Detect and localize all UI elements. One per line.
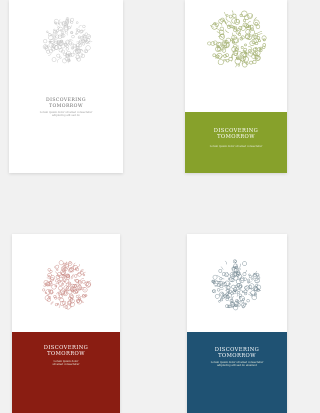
- floral-ornament-icon: [211, 259, 262, 311]
- cover-title: DISCOVERING TOMORROW: [43, 345, 89, 358]
- cover-title: DISCOVERING TOMORROW: [46, 98, 86, 109]
- cover-subtitle: Lorem ipsum dolor sit amet consectetur a…: [210, 361, 264, 368]
- cover-thumbnail-red[interactable]: DISCOVERING TOMORROW Lorem ipsum dolor s…: [12, 234, 120, 413]
- cover-thumbnail-green[interactable]: DISCOVERING TOMORROW Lorem ipsum dolor s…: [185, 0, 287, 173]
- cover-thumbnail-gray[interactable]: DISCOVERING TOMORROW Lorem ipsum dolor s…: [9, 0, 123, 173]
- cover-color-band: DISCOVERING TOMORROW Lorem ipsum dolor s…: [187, 332, 287, 413]
- floral-ornament-icon: [42, 17, 93, 64]
- cover-title: DISCOVERING TOMORROW: [213, 128, 259, 141]
- cover-subtitle: Lorem ipsum dolor sit amet consectetur: [209, 145, 263, 148]
- cover-subtitle: Lorem ipsum dolor sit amet consectetur a…: [39, 111, 93, 118]
- floral-ornament-icon: [207, 10, 267, 68]
- cover-color-band: DISCOVERING TOMORROW Lorem ipsum dolor s…: [12, 332, 120, 413]
- floral-ornament-icon: [42, 260, 92, 310]
- cover-color-band: DISCOVERING TOMORROW Lorem ipsum dolor s…: [185, 112, 287, 173]
- cover-title: DISCOVERING TOMORROW: [214, 347, 260, 360]
- cover-subtitle: Lorem ipsum dolor sit amet consectetur: [52, 360, 80, 367]
- cover-thumbnail-blue[interactable]: DISCOVERING TOMORROW Lorem ipsum dolor s…: [187, 234, 287, 413]
